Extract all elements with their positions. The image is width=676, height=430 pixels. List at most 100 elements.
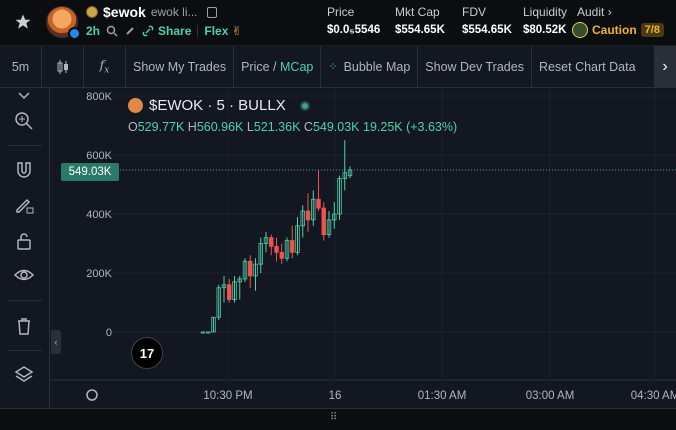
zoom-in-icon[interactable] (14, 111, 34, 131)
open-label: O (128, 120, 138, 134)
stat-value: $554.65K (462, 24, 512, 36)
close-label: C (303, 120, 313, 134)
share-button[interactable]: Share (142, 24, 191, 38)
low-label: L (246, 120, 254, 134)
candle-body (227, 284, 232, 300)
stat-value: $554.65K (395, 24, 445, 36)
token-header: $ewok ewok li... 2h Share Flex ✌ Price $… (0, 0, 676, 46)
current-price-tag: 549.03K (61, 163, 119, 181)
high-value: 560.96K (196, 120, 244, 134)
pencil-lock-icon[interactable] (14, 195, 34, 215)
y-tick-label: 600K (86, 150, 112, 162)
y-tick-label: 0 (106, 327, 112, 339)
drawing-toolbar (0, 88, 50, 408)
layers-icon[interactable] (14, 364, 34, 384)
candle-body (321, 207, 326, 236)
stat-value: $0.0₅5546 (327, 24, 381, 36)
show-my-trades-label: Show My Trades (133, 59, 227, 74)
y-tick-label: 800K (86, 91, 112, 103)
candle-body (305, 210, 311, 221)
stat-value: $80.52K (523, 24, 567, 36)
tradingview-logo-text: 17 (139, 345, 155, 361)
bubble-map-label: Bubble Map (343, 59, 411, 74)
reset-chart-button[interactable]: Reset Chart Data (532, 46, 643, 88)
chart-toolbar: 5m fx Show My Trades Price / MCap ⁘ Bubb… (0, 45, 676, 88)
audit-toggle[interactable]: Audit › (577, 5, 612, 19)
audit-label: Audit (577, 5, 605, 19)
candle-body (290, 240, 295, 253)
close-value: 549.03K (312, 120, 360, 134)
token-avatar[interactable] (46, 6, 81, 40)
show-my-trades-button[interactable]: Show My Trades (126, 45, 235, 88)
y-tick-label: 400K (86, 209, 112, 221)
shield-icon (572, 22, 588, 38)
bottom-bar: ⠿ (0, 408, 676, 430)
resize-grip-icon[interactable]: ⠿ (330, 412, 337, 423)
gear-icon (86, 389, 98, 401)
price-option[interactable]: Price (241, 60, 269, 74)
status-dot-icon (299, 100, 310, 111)
caution-badge[interactable]: Caution 7/8 (572, 22, 664, 38)
show-dev-trades-button[interactable]: Show Dev Trades (418, 45, 532, 88)
candle-body (279, 251, 284, 259)
price-mcap-toggle[interactable]: Price / MCap (234, 45, 322, 88)
magnet-icon[interactable] (14, 160, 34, 180)
bubble-icon: ⁘ (328, 61, 338, 73)
stat-mkt-cap: Mkt Cap $554.65K (395, 5, 445, 36)
candle-body (248, 260, 253, 277)
copy-icon[interactable] (206, 6, 217, 18)
collapse-toolbar-button[interactable]: ‹ (51, 330, 61, 354)
x-tick-label: 16 (329, 390, 342, 402)
x-tick-label: 01:30 AM (418, 390, 467, 402)
eye-icon[interactable] (14, 265, 34, 285)
y-tick-label: 200K (86, 268, 112, 280)
change-value: 19.25K (+3.63%) (363, 120, 458, 134)
indicators-button[interactable]: fx (84, 45, 126, 88)
hand-icon: ✌ (231, 24, 242, 38)
chevron-down-icon[interactable] (14, 86, 34, 106)
stat-liquidity: Liquidity $80.52K (523, 5, 567, 36)
share-label: Share (158, 24, 192, 38)
stat-label: Liquidity (523, 5, 568, 19)
chevron-right-icon: › (662, 58, 668, 75)
chevron-left-icon: ‹ (54, 337, 58, 347)
token-age: 2h (86, 24, 101, 38)
token-mini-icon (128, 98, 143, 113)
function-icon: fx (99, 57, 110, 76)
x-tick-label: 04:30 AM (631, 390, 676, 402)
trash-icon[interactable] (14, 316, 34, 336)
flex-button[interactable]: Flex ✌ (204, 24, 241, 38)
low-value: 521.36K (253, 120, 301, 134)
reset-chart-label: Reset Chart Data (538, 59, 636, 74)
tradingview-logo[interactable]: 17 (131, 337, 163, 369)
link-icon[interactable] (124, 25, 136, 37)
stat-label: Price (327, 5, 355, 19)
interval-select[interactable]: 5m (0, 45, 42, 88)
token-symbol: $ewok (103, 4, 146, 20)
separator: / (269, 59, 280, 74)
chart-legend-title: $EWOK · 5 · BULLX (128, 97, 310, 114)
show-dev-trades-label: Show Dev Trades (425, 59, 524, 74)
high-label: H (187, 120, 197, 134)
divider (8, 145, 42, 146)
search-icon[interactable] (106, 25, 118, 37)
stat-label: FDV (462, 5, 486, 19)
candles-icon (57, 59, 68, 74)
stat-fdv: FDV $554.65K (462, 5, 512, 36)
ohlc-legend: O529.77K H560.96K L521.36K C549.03K 19.2… (128, 120, 457, 134)
mcap-option[interactable]: MCap (280, 60, 313, 74)
bubble-map-button[interactable]: ⁘ Bubble Map (321, 45, 419, 88)
lock-icon[interactable] (14, 231, 34, 251)
star-icon[interactable] (14, 13, 32, 31)
legend-title-text: $EWOK · 5 · BULLX (149, 97, 286, 114)
coin-icon (86, 6, 98, 18)
toolbar-scroll-right-button[interactable]: › (654, 46, 676, 88)
open-value: 529.77K (137, 120, 185, 134)
candle-type-button[interactable] (42, 45, 84, 88)
platform-badge-icon (68, 27, 81, 40)
candle-body (316, 198, 321, 209)
divider (8, 350, 42, 351)
stat-label: Mkt Cap (395, 5, 440, 19)
x-tick-label: 10:30 PM (203, 390, 252, 402)
stat-price: Price $0.0₅5546 (327, 5, 380, 36)
